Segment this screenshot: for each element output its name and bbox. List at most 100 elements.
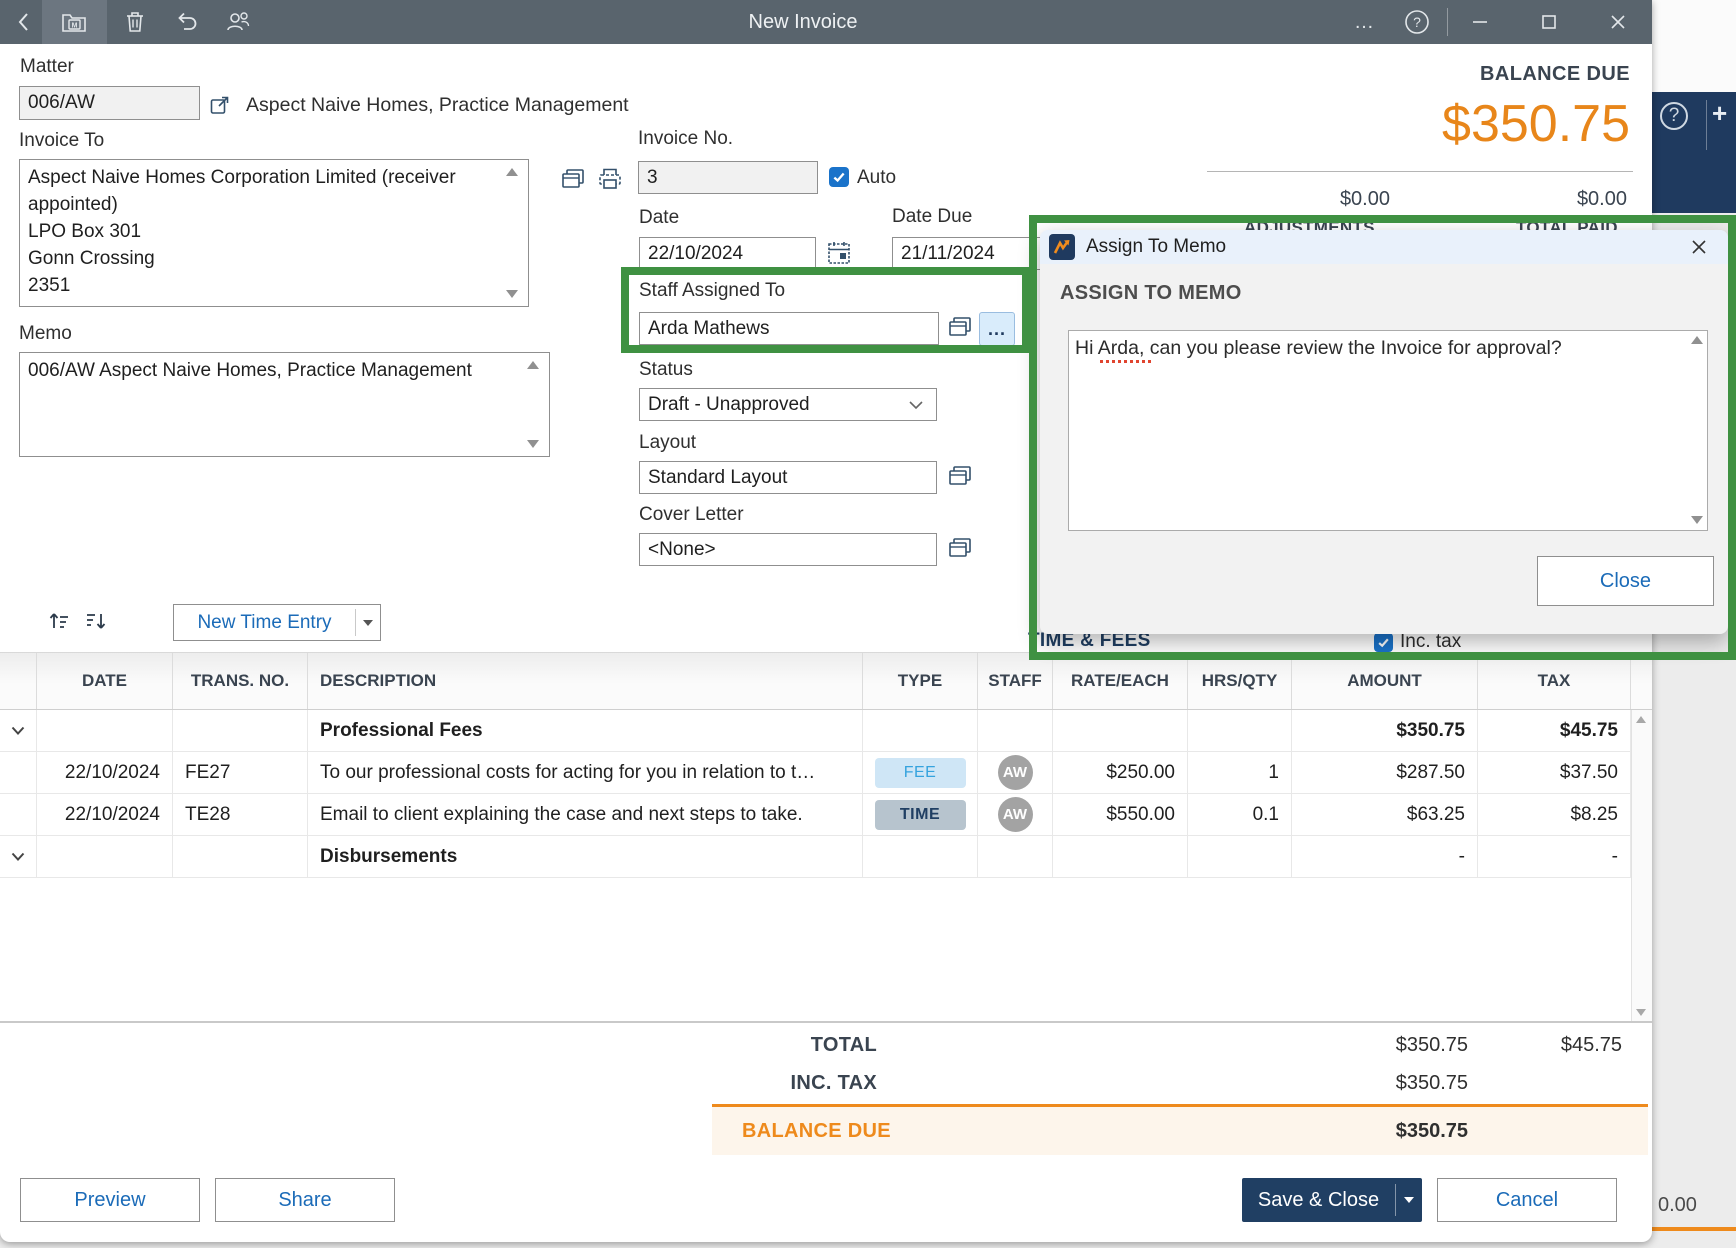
save-close-dropdown[interactable] [1396,1178,1422,1222]
dialog-scroll-up-icon[interactable] [1691,336,1703,344]
new-time-entry-dropdown[interactable] [356,605,380,640]
help-icon[interactable]: ? [1394,0,1440,44]
cell-description: Email to client explaining the case and … [308,794,863,836]
total-tax: $45.75 [1480,1034,1622,1057]
undo-icon[interactable] [167,0,207,44]
memo-textarea[interactable]: 006/AW Aspect Naive Homes, Practice Mana… [19,352,550,457]
minimize-icon[interactable] [1457,0,1503,44]
date-label: Date [639,207,679,229]
matter-folder-icon[interactable]: M [54,0,94,44]
save-close-label: Save & Close [1242,1178,1395,1222]
status-select[interactable]: Draft - Unapproved [639,388,937,421]
sort-ascending-icon[interactable] [47,609,71,633]
scroll-down-icon[interactable] [1636,1009,1646,1016]
cell-tax: $37.50 [1478,752,1631,794]
matter-input[interactable]: 006/AW [19,86,200,120]
select-cover-letter-icon[interactable] [948,537,972,559]
date-input[interactable]: 22/10/2024 [639,237,816,270]
background-help-icon[interactable]: ? [1660,102,1688,130]
sort-descending-icon[interactable] [84,609,108,633]
cell-trans-no: TE28 [173,794,308,836]
balance-due-row: BALANCE DUE $350.75 [712,1107,1648,1155]
select-staff-icon[interactable] [948,316,972,338]
dialog-close-button[interactable]: Close [1537,556,1714,606]
collapse-chevron-icon[interactable] [0,710,37,752]
select-contact-icon[interactable] [561,168,585,190]
date-due-input[interactable]: 21/11/2024 [892,237,1057,270]
close-icon[interactable] [1595,0,1641,44]
dialog-scroll-down-icon[interactable] [1691,516,1703,524]
window-titlebar: M [0,0,1652,44]
invoice-to-scroll-down-icon[interactable] [506,290,518,298]
balance-due-amount: $350.75 [1230,94,1630,154]
collapse-chevron-icon[interactable] [0,836,37,878]
type-badge-fee: FEE [875,758,966,788]
total-label: TOTAL [620,1034,877,1057]
staff-assigned-input[interactable]: Arda Mathews [639,312,939,345]
open-matter-icon[interactable] [210,95,230,115]
staff-more-button[interactable]: ... [979,312,1015,346]
invoice-to-scroll-up-icon[interactable] [506,168,518,176]
cover-letter-input[interactable]: <None> [639,533,937,566]
cell-date: 22/10/2024 [37,752,173,794]
dialog-title: Assign To Memo [1086,230,1226,264]
header-type[interactable]: TYPE [863,653,978,709]
select-layout-icon[interactable] [948,465,972,487]
cancel-button[interactable]: Cancel [1437,1178,1617,1222]
header-trans-no[interactable]: TRANS. NO. [173,653,308,709]
header-hrs-qty[interactable]: HRS/QTY [1188,653,1292,709]
layout-input[interactable]: Standard Layout [639,461,937,494]
inc-tax-checkbox[interactable] [1374,633,1393,652]
more-icon[interactable]: … [1341,0,1387,44]
cell-rate: $250.00 [1053,752,1188,794]
dialog-close-icon[interactable] [1684,234,1714,260]
back-icon[interactable] [4,0,44,44]
table-scrollbar[interactable] [1631,710,1652,1022]
cell-date: 22/10/2024 [37,794,173,836]
header-amount[interactable]: AMOUNT [1292,653,1478,709]
group-amount: $350.75 [1292,710,1478,752]
matter-description: Aspect Naive Homes, Practice Management [246,94,629,117]
memo-scroll-down-icon[interactable] [527,440,539,448]
calendar-icon[interactable] [826,240,852,266]
assign-to-memo-dialog: Assign To Memo ASSIGN TO MEMO Hi Arda, c… [1040,230,1728,634]
layout-label: Layout [639,432,696,454]
header-date[interactable]: DATE [37,653,173,709]
header-description[interactable]: DESCRIPTION [308,653,863,709]
share-button[interactable]: Share [215,1178,395,1222]
save-close-button[interactable]: Save & Close [1242,1178,1422,1222]
invoice-to-textarea[interactable]: Aspect Naive Homes Corporation Limited (… [19,159,529,307]
header-rate-each[interactable]: RATE/EACH [1053,653,1188,709]
preview-button[interactable]: Preview [20,1178,200,1222]
table-row[interactable]: 22/10/2024 TE28 Email to client explaini… [0,794,1652,836]
header-staff[interactable]: STAFF [978,653,1053,709]
assign-staff-icon[interactable] [218,0,258,44]
table-row[interactable]: 22/10/2024 FE27 To our professional cost… [0,752,1652,794]
maximize-icon[interactable] [1526,0,1572,44]
table-row-group[interactable]: Professional Fees $350.75 $45.75 [0,710,1652,752]
background-add-icon[interactable]: + [1712,98,1736,129]
auto-checkbox[interactable] [829,167,849,187]
group-description: Disbursements [308,836,863,878]
group-tax: - [1478,836,1631,878]
memo-scroll-up-icon[interactable] [527,361,539,369]
table-row-group[interactable]: Disbursements - - [0,836,1652,878]
delete-icon[interactable] [115,0,155,44]
invoice-no-input[interactable]: 3 [638,161,818,194]
cell-amount: $63.25 [1292,794,1478,836]
inc-tax-label: Inc. tax [1400,631,1461,653]
screen: ? + 0.00 M [0,0,1736,1248]
background-orange-underline [1652,1227,1736,1231]
chevron-down-icon [1404,1197,1414,1203]
scroll-up-icon[interactable] [1636,716,1646,723]
header-scroll-cell [1631,653,1652,709]
table-header: DATE TRANS. NO. DESCRIPTION TYPE STAFF R… [0,652,1652,710]
balance-due-row-amount: $350.75 [1300,1120,1468,1143]
window-title: New Invoice [680,0,926,44]
status-value: Draft - Unapproved [648,394,810,416]
print-icon[interactable] [596,167,624,191]
memo-message-textarea[interactable]: Hi Arda, can you please review the Invoi… [1068,330,1708,531]
new-time-entry-label: New Time Entry [174,605,355,640]
header-tax[interactable]: TAX [1478,653,1631,709]
new-time-entry-button[interactable]: New Time Entry [173,604,381,641]
